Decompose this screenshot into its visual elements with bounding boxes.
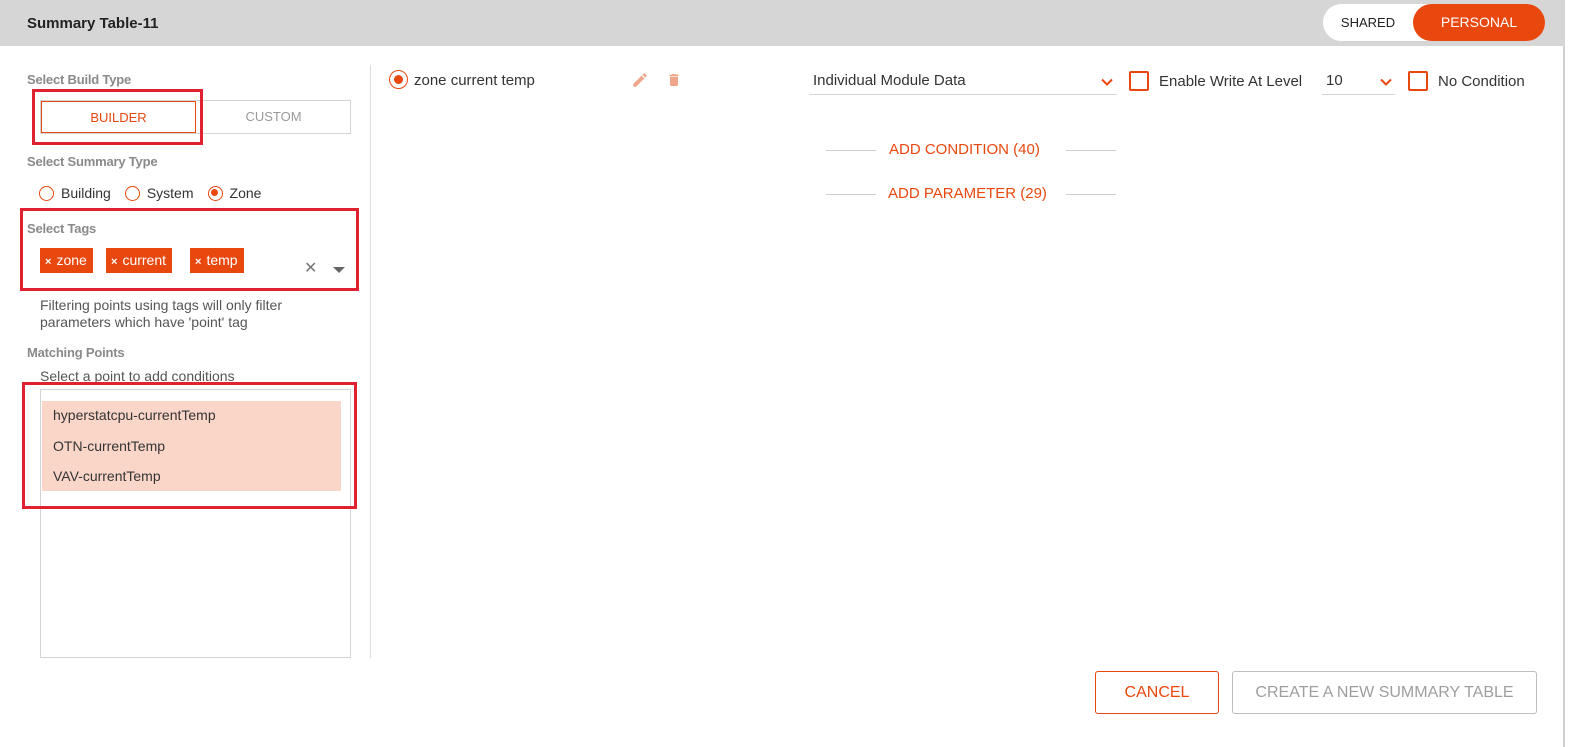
radio-zone-label[interactable]: Zone xyxy=(230,185,262,201)
enable-write-checkbox[interactable] xyxy=(1129,71,1149,91)
divider-line xyxy=(1066,150,1116,151)
write-level-value: 10 xyxy=(1326,72,1343,89)
enable-write-label[interactable]: Enable Write At Level xyxy=(1159,73,1302,90)
divider-line xyxy=(826,194,876,195)
no-condition-checkbox[interactable] xyxy=(1408,71,1428,91)
add-condition-button[interactable]: ADD CONDITION (40) xyxy=(889,141,1040,158)
no-condition-label[interactable]: No Condition xyxy=(1438,73,1525,90)
pencil-icon[interactable] xyxy=(631,71,649,89)
highlight-box-build-type xyxy=(32,89,203,145)
create-summary-table-button[interactable]: CREATE A NEW SUMMARY TABLE xyxy=(1232,671,1537,714)
scrollbar-track[interactable] xyxy=(1563,46,1565,747)
point-select-radio[interactable] xyxy=(389,70,408,89)
tags-help-text: Filtering points using tags will only fi… xyxy=(40,297,282,330)
trash-icon[interactable] xyxy=(666,71,682,89)
highlight-box-points xyxy=(22,382,357,509)
point-name: zone current temp xyxy=(414,72,535,89)
highlight-box-tags xyxy=(20,208,359,291)
summary-type-radio-group: Building System Zone xyxy=(39,184,275,202)
radio-building-label[interactable]: Building xyxy=(61,185,111,201)
chevron-down-icon xyxy=(1101,78,1113,86)
dialog-title: Summary Table-11 xyxy=(27,15,159,32)
data-source-value: Individual Module Data xyxy=(813,72,966,89)
dialog-header: Summary Table-11 SHARED PERSONAL xyxy=(0,0,1565,46)
data-source-select[interactable]: Individual Module Data xyxy=(809,66,1117,95)
write-level-select[interactable]: 10 xyxy=(1322,66,1395,95)
radio-building[interactable] xyxy=(39,185,54,201)
matching-points-label: Matching Points xyxy=(27,345,125,360)
divider-line xyxy=(826,150,876,151)
panel-divider xyxy=(370,65,371,658)
share-toggle[interactable]: SHARED PERSONAL xyxy=(1323,4,1545,41)
cancel-button[interactable]: CANCEL xyxy=(1095,671,1219,714)
summary-type-label: Select Summary Type xyxy=(27,154,158,169)
add-parameter-button[interactable]: ADD PARAMETER (29) xyxy=(888,185,1047,202)
chevron-down-icon xyxy=(1380,78,1392,86)
radio-zone[interactable] xyxy=(207,185,223,201)
radio-system-label[interactable]: System xyxy=(147,185,194,201)
share-option-shared[interactable]: SHARED xyxy=(1323,4,1413,41)
divider-line xyxy=(1066,194,1116,195)
share-option-personal[interactable]: PERSONAL xyxy=(1413,4,1545,41)
build-type-label: Select Build Type xyxy=(27,72,131,87)
build-type-custom-button[interactable]: CUSTOM xyxy=(196,101,351,133)
radio-system[interactable] xyxy=(124,185,140,201)
